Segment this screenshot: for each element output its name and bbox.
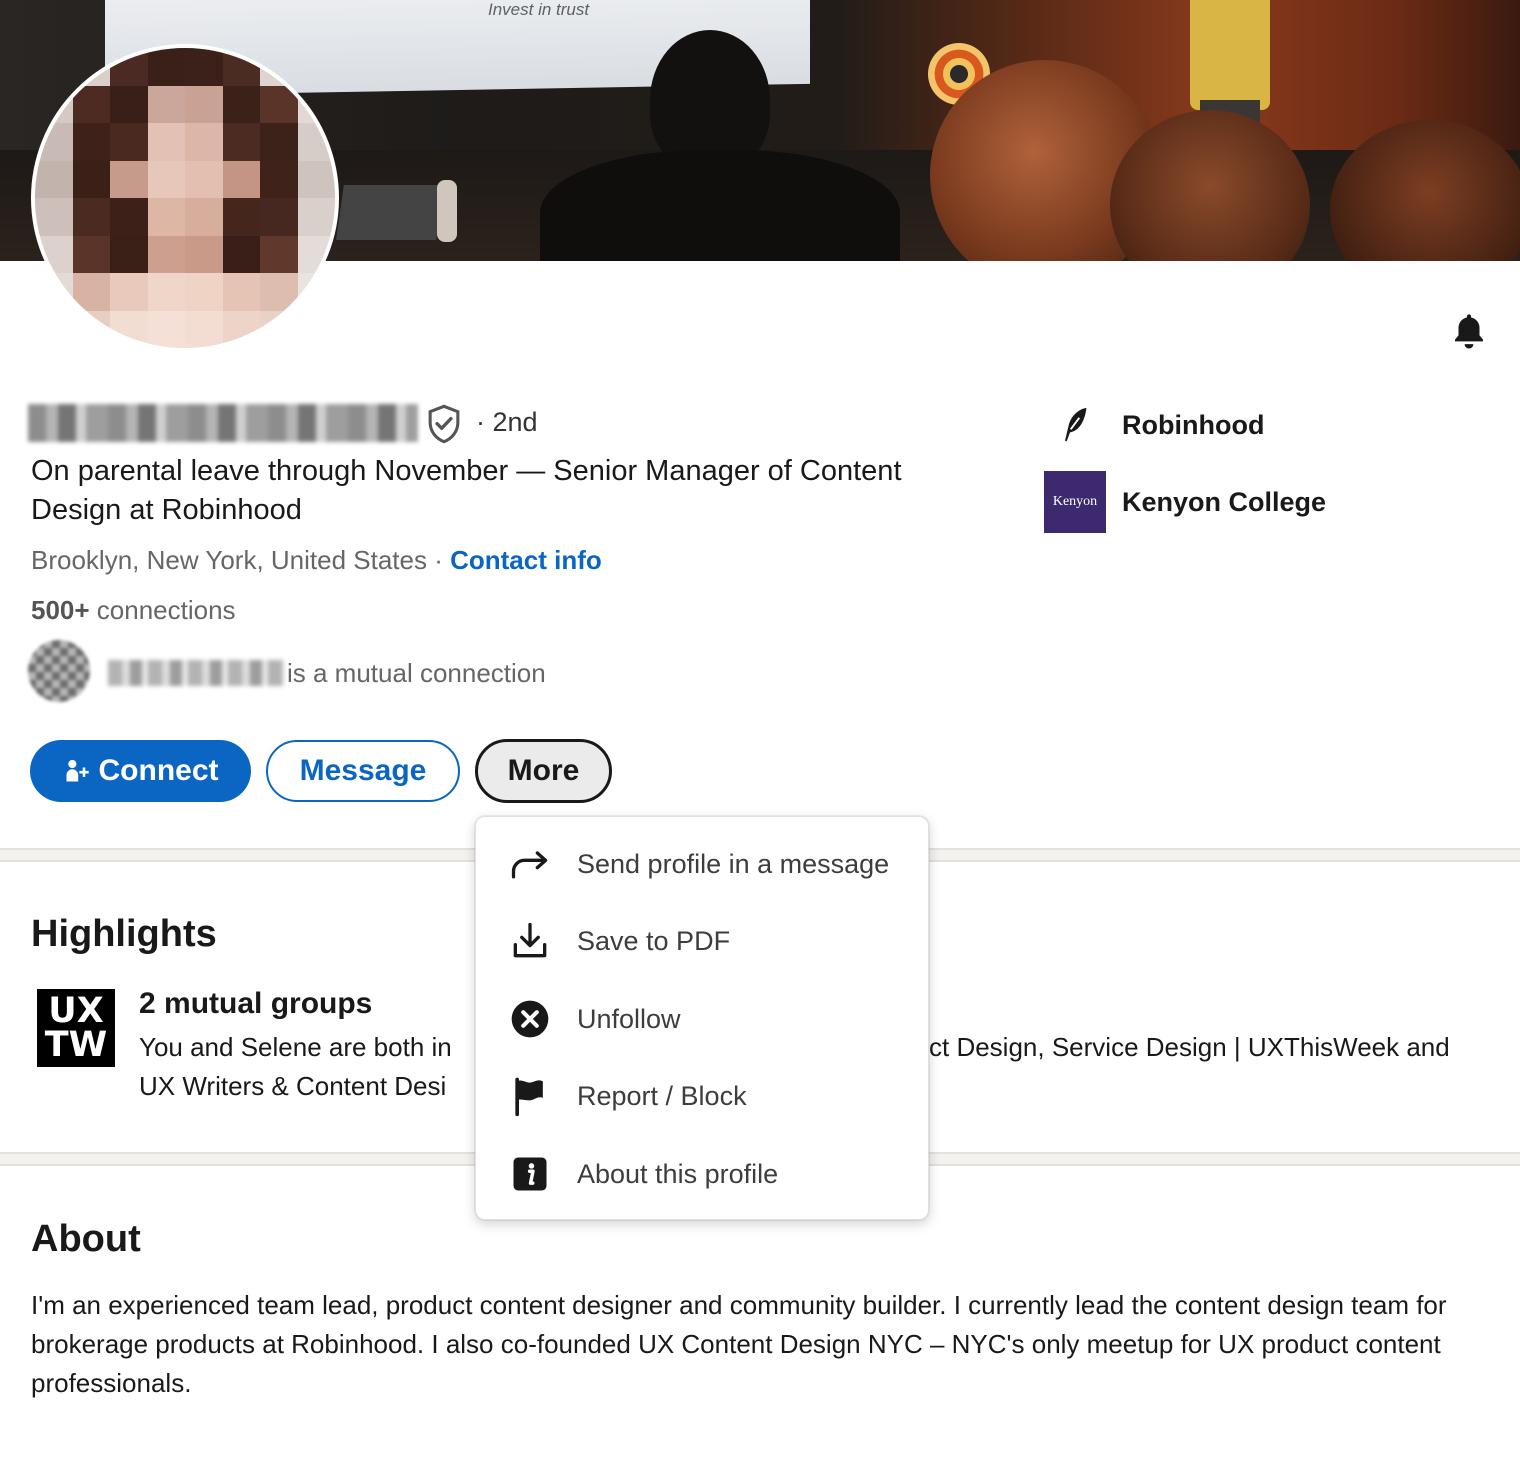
- profile-headline: On parental leave through November — Sen…: [31, 455, 902, 526]
- close-circle-icon: [508, 997, 552, 1041]
- menu-item-label: Save to PDF: [577, 925, 731, 956]
- mutual-connection-text: is a mutual connection: [287, 658, 546, 688]
- share-arrow-icon: [508, 842, 552, 886]
- groups-desc-right: ct Design, Service Design | UXThisWeek a…: [929, 1032, 1450, 1062]
- current-company-link[interactable]: Robinhood: [1044, 394, 1264, 456]
- location-separator: ·: [426, 545, 451, 575]
- download-icon: [508, 919, 552, 963]
- menu-item-report-block[interactable]: Report / Block: [476, 1061, 930, 1131]
- profile-location: Brooklyn, New York, United States: [31, 545, 427, 575]
- menu-item-label: Report / Block: [577, 1080, 747, 1111]
- location-row: Brooklyn, New York, United States · Cont…: [31, 545, 602, 576]
- kenyon-college-logo: Kenyon: [1044, 471, 1106, 533]
- highlights-heading: Highlights: [31, 913, 217, 955]
- menu-item-label: Send profile in a message: [577, 848, 890, 879]
- connections-label: connections: [89, 595, 236, 625]
- banner-screen-text: Invest in trust: [488, 0, 590, 19]
- bell-icon[interactable]: [1446, 308, 1492, 354]
- connections-number: 500+: [31, 595, 90, 625]
- mutual-connection-name-redacted[interactable]: [108, 660, 284, 686]
- menu-item-save-pdf[interactable]: Save to PDF: [476, 906, 930, 976]
- verified-shield-icon[interactable]: [425, 404, 463, 444]
- about-text: I'm an experienced team lead, product co…: [31, 1290, 1447, 1398]
- menu-item-about-profile[interactable]: About this profile: [476, 1139, 930, 1209]
- more-actions-menu: Send profile in a message Save to PDF Un…: [475, 816, 929, 1220]
- uxtw-logo-line2: TW: [44, 1025, 108, 1065]
- flag-icon: [508, 1074, 552, 1118]
- uxtw-logo-line1: UX: [48, 991, 104, 1031]
- mutual-connection-avatar[interactable]: [28, 640, 90, 702]
- menu-item-label: Unfollow: [577, 1003, 681, 1034]
- menu-item-label: About this profile: [577, 1158, 779, 1189]
- add-person-icon: [63, 757, 91, 785]
- connect-button[interactable]: Connect: [30, 740, 251, 802]
- groups-desc-start: You and Selene are both in: [139, 1032, 452, 1062]
- contact-info-link[interactable]: Contact info: [450, 545, 602, 575]
- connection-degree: · 2nd: [476, 407, 538, 437]
- school-link[interactable]: Kenyon Kenyon College: [1044, 471, 1326, 533]
- school-name: Kenyon College: [1122, 486, 1327, 517]
- profile-name-redacted: [28, 404, 418, 442]
- groups-desc-line2: UX Writers & Content Desi: [139, 1071, 447, 1101]
- menu-item-send-profile[interactable]: Send profile in a message: [476, 829, 930, 899]
- feather-icon: [1044, 394, 1106, 456]
- profile-avatar[interactable]: [31, 44, 339, 352]
- menu-item-unfollow[interactable]: Unfollow: [476, 984, 930, 1054]
- message-button[interactable]: Message: [266, 740, 460, 802]
- company-name: Robinhood: [1122, 409, 1265, 440]
- mutual-groups-title[interactable]: 2 mutual groups: [139, 987, 372, 1021]
- connect-label: Connect: [98, 754, 219, 787]
- about-heading: About: [31, 1218, 141, 1260]
- info-icon: [508, 1152, 552, 1196]
- uxthisweek-group-logo[interactable]: UX TW: [37, 989, 115, 1067]
- more-button[interactable]: More: [475, 739, 612, 803]
- connections-count-link[interactable]: 500+ connections: [31, 595, 236, 626]
